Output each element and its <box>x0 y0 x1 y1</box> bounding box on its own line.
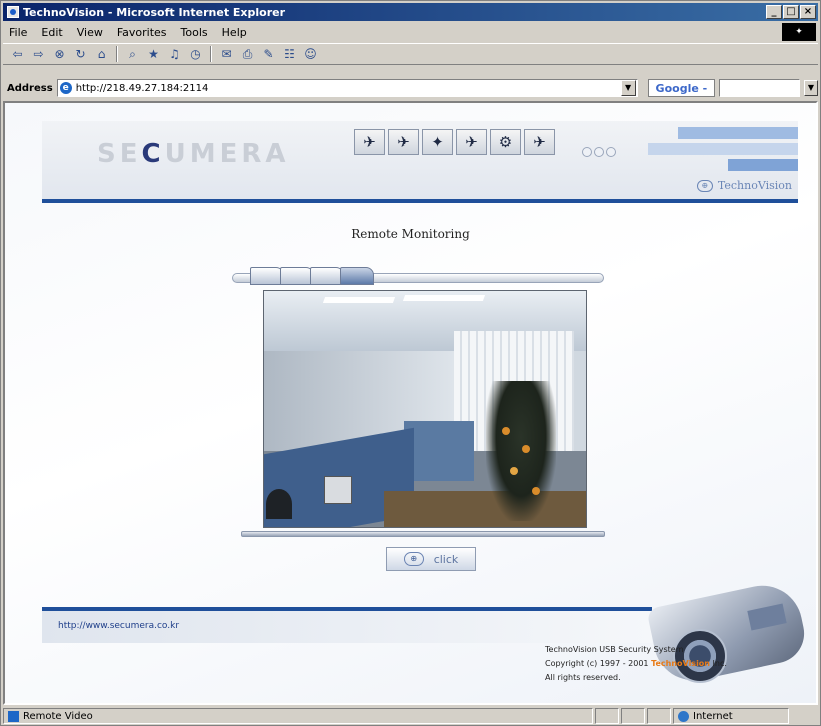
status-text: Remote Video <box>23 710 93 722</box>
media-icon[interactable]: ♫ <box>166 46 183 63</box>
address-url: http://218.49.27.184:2114 <box>75 82 209 94</box>
click-label: click <box>433 552 459 566</box>
google-dropdown-button[interactable]: ▼ <box>803 80 818 96</box>
browser-viewport: SECUMERA ✈ ✈ ✦ ✈ ⚙ ✈ ⊕ TechnoVision Remo… <box>3 101 818 705</box>
stop-icon[interactable]: ⊗ <box>51 46 68 63</box>
address-bar: Address e http://218.49.27.184:2114 ▼ Go… <box>3 77 818 99</box>
video-tree <box>486 381 556 521</box>
zone-label: Internet <box>693 710 733 722</box>
menu-bar: File Edit View Favorites Tools Help ✦ <box>3 23 818 41</box>
edit-icon[interactable]: ✎ <box>260 46 277 63</box>
video-tab-bar <box>232 265 604 287</box>
menu-help[interactable]: Help <box>222 26 247 39</box>
favorites-icon[interactable]: ★ <box>145 46 162 63</box>
remote-video-feed[interactable] <box>263 290 587 528</box>
technovision-icon: ⊕ <box>696 179 713 192</box>
toolbar-separator <box>210 46 212 62</box>
site-footer: http://www.secumera.co.kr <box>42 611 652 643</box>
nav-icon-6[interactable]: ✈ <box>524 129 555 155</box>
home-icon[interactable]: ⌂ <box>93 46 110 63</box>
back-icon[interactable]: ⇦ <box>9 46 26 63</box>
logo-text-mid: C <box>141 139 165 169</box>
toolbar-separator <box>116 46 118 62</box>
minimize-button[interactable]: _ <box>766 5 782 19</box>
camera-tab-4[interactable] <box>340 267 374 285</box>
nav-icon-4[interactable]: ✈ <box>456 129 487 155</box>
nav-icon-5[interactable]: ⚙ <box>490 129 521 155</box>
google-search-input[interactable] <box>719 79 800 97</box>
click-button[interactable]: ⊕ click <box>386 547 476 571</box>
copyright-block: TechnoVision USB Security System Copyrig… <box>545 643 727 685</box>
menu-file[interactable]: File <box>9 26 27 39</box>
video-monitor <box>324 476 352 504</box>
site-nav: ✈ ✈ ✦ ✈ ⚙ ✈ <box>354 129 555 155</box>
web-page: SECUMERA ✈ ✈ ✦ ✈ ⚙ ✈ ⊕ TechnoVision Remo… <box>5 103 816 703</box>
technovision-icon: ⊕ <box>403 552 424 566</box>
nav-icon-1[interactable]: ✈ <box>354 129 385 155</box>
messenger-icon[interactable]: ☺ <box>302 46 319 63</box>
page-title: Remote Monitoring <box>351 227 470 241</box>
copyright-line-3: All rights reserved. <box>545 673 621 682</box>
status-text-area: Remote Video <box>3 708 593 724</box>
standard-toolbar: ⇦ ⇨ ⊗ ↻ ⌂ ⌕ ★ ♫ ◷ ✉ ⎙ ✎ ☷ ☺ <box>3 43 818 65</box>
ie-icon <box>7 6 19 18</box>
secumera-logo[interactable]: SECUMERA <box>97 139 289 169</box>
title-bar[interactable]: TechnoVision - Microsoft Internet Explor… <box>3 3 818 21</box>
menu-tools[interactable]: Tools <box>181 26 208 39</box>
windows-logo-icon: ✦ <box>782 23 816 41</box>
status-cell <box>595 708 619 724</box>
address-input[interactable]: e http://218.49.27.184:2114 ▼ <box>56 79 638 97</box>
forward-icon[interactable]: ⇨ <box>30 46 47 63</box>
copyright-suffix: Inc. <box>712 659 727 668</box>
camera-tab-1[interactable] <box>250 267 284 285</box>
video-person <box>266 489 292 519</box>
nav-icon-3[interactable]: ✦ <box>422 129 453 155</box>
video-light <box>322 297 396 303</box>
copyright-line-1: TechnoVision USB Security System <box>545 645 684 654</box>
search-icon[interactable]: ⌕ <box>124 46 141 63</box>
technovision-brand: ⊕ TechnoVision <box>696 179 792 192</box>
header-divider <box>42 199 798 203</box>
history-icon[interactable]: ◷ <box>187 46 204 63</box>
logo-text-right: UMERA <box>164 139 290 169</box>
globe-icon <box>678 710 689 722</box>
security-zone: Internet <box>673 708 789 724</box>
mail-icon[interactable]: ✉ <box>218 46 235 63</box>
status-cell <box>647 708 671 724</box>
address-label: Address <box>7 82 53 94</box>
copyright-years: Copyright (c) 1997 - 2001 <box>545 659 649 668</box>
maximize-button[interactable]: □ <box>783 5 799 19</box>
video-partition <box>404 421 474 481</box>
close-button[interactable]: × <box>800 5 816 19</box>
site-header: SECUMERA ✈ ✈ ✦ ✈ ⚙ ✈ ⊕ TechnoVision <box>42 121 798 203</box>
page-status-icon <box>8 710 19 722</box>
menu-edit[interactable]: Edit <box>41 26 62 39</box>
nav-icon-2[interactable]: ✈ <box>388 129 419 155</box>
window-title: TechnoVision - Microsoft Internet Explor… <box>23 5 286 19</box>
camera-tab-2[interactable] <box>280 267 314 285</box>
print-icon[interactable]: ⎙ <box>239 46 256 63</box>
discuss-icon[interactable]: ☷ <box>281 46 298 63</box>
google-toolbar-button[interactable]: Google - <box>647 79 716 97</box>
camera-tab-3[interactable] <box>310 267 344 285</box>
menu-favorites[interactable]: Favorites <box>117 26 167 39</box>
video-base-bar <box>241 531 605 537</box>
status-bar: Remote Video Internet <box>3 707 818 725</box>
status-cell <box>621 708 645 724</box>
logo-text-left: SE <box>97 139 142 169</box>
page-icon: e <box>59 82 72 94</box>
technovision-label: TechnoVision <box>717 179 792 192</box>
refresh-icon[interactable]: ↻ <box>72 46 89 63</box>
copyright-brand: TechnoVision <box>651 659 710 668</box>
footer-url-link[interactable]: http://www.secumera.co.kr <box>58 621 179 631</box>
video-light <box>402 295 486 301</box>
address-dropdown-button[interactable]: ▼ <box>620 80 636 96</box>
window-controls: _ □ × <box>766 5 816 19</box>
menu-view[interactable]: View <box>77 26 103 39</box>
browser-window: TechnoVision - Microsoft Internet Explor… <box>0 0 821 726</box>
copyright-line-2: Copyright (c) 1997 - 2001 TechnoVision I… <box>545 657 727 671</box>
